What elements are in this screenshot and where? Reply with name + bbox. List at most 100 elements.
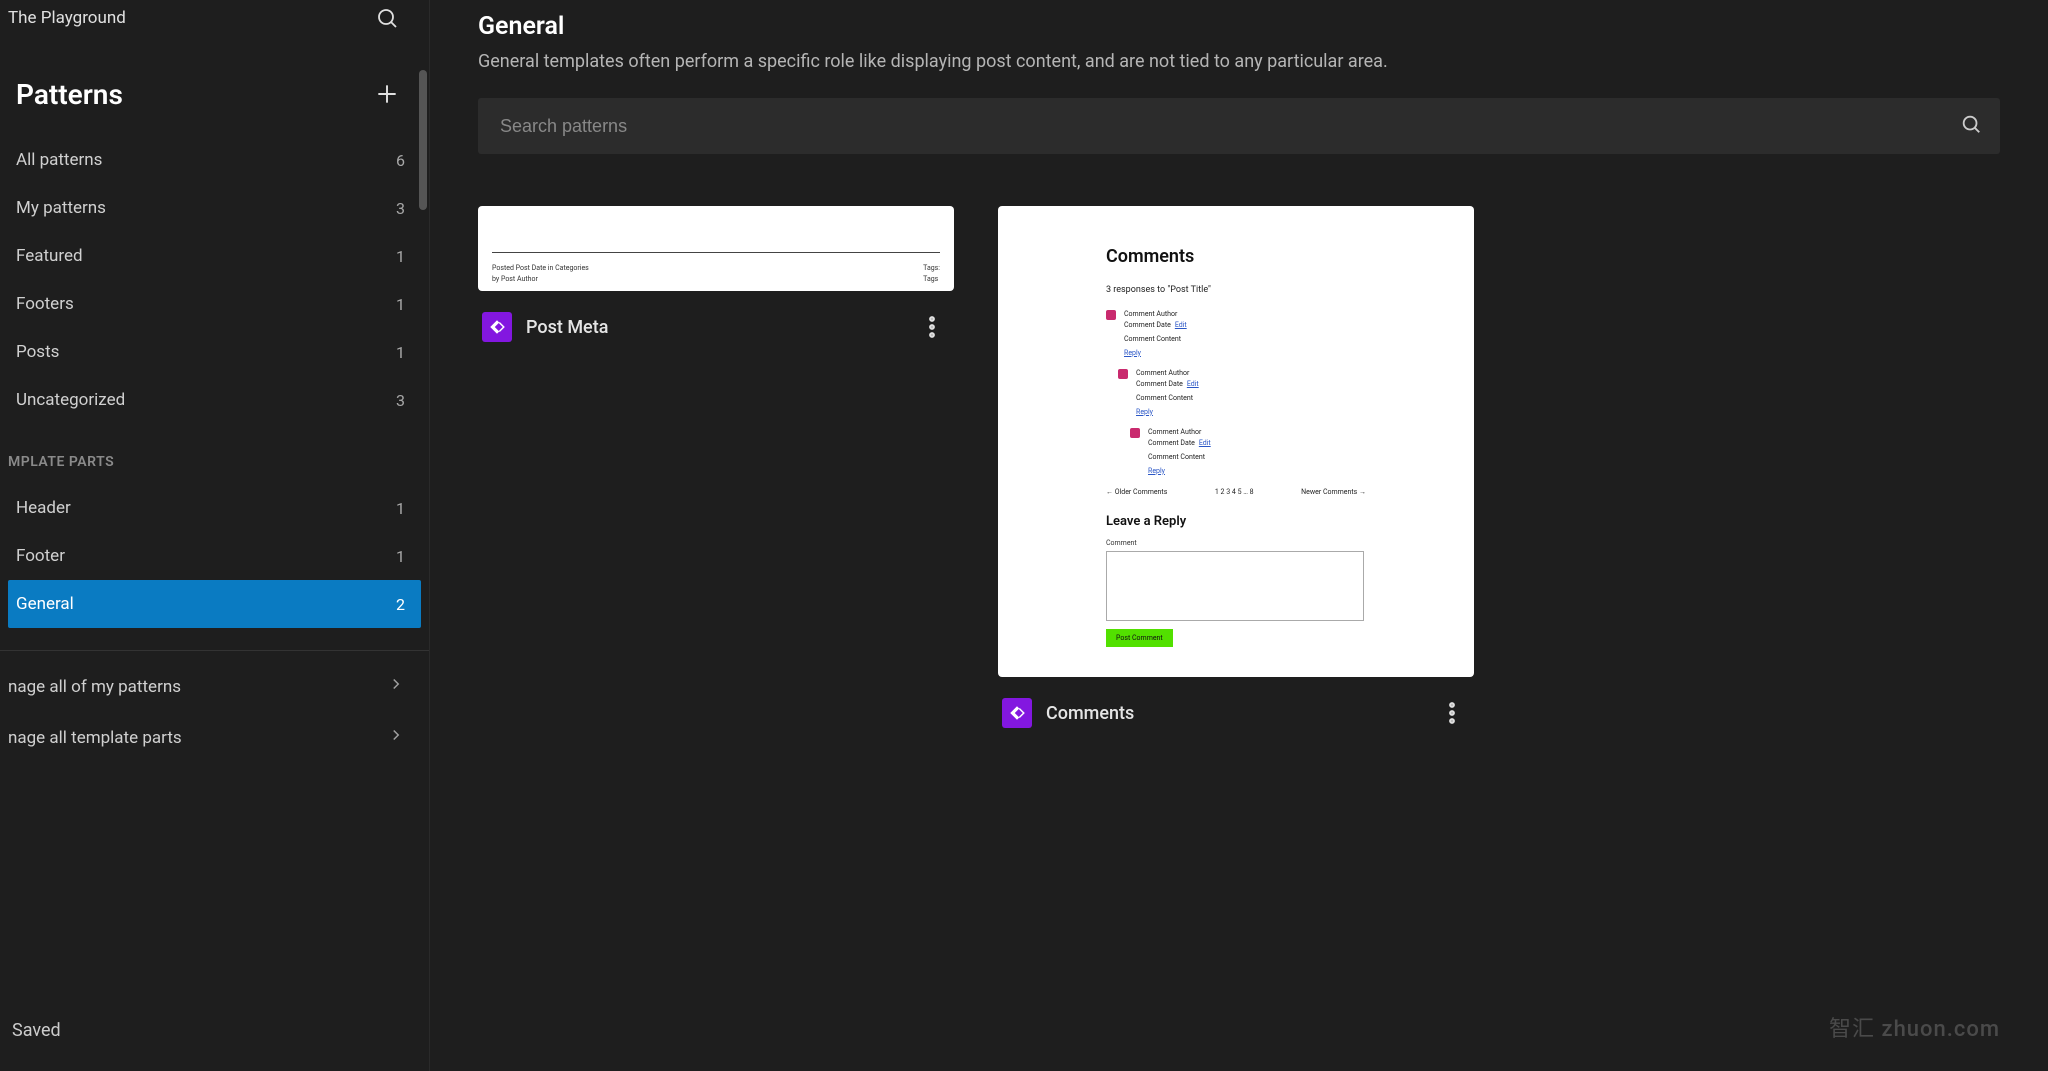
pattern-preview: Comments 3 responses to "Post Title" Com…: [998, 206, 1474, 677]
nav-label: Header: [16, 498, 71, 518]
nav-uncategorized[interactable]: Uncategorized 3: [8, 376, 421, 424]
card-actions-button[interactable]: [1434, 695, 1470, 731]
category-list: All patterns 6 My patterns 3 Featured 1 Foo…: [0, 136, 429, 424]
parts-list: Header 1 Footer 1 General 2: [0, 484, 429, 628]
preview-link: Edit: [1187, 380, 1199, 388]
card-label: Post Meta: [526, 317, 608, 338]
nav-count: 1: [396, 343, 405, 362]
manage-list: nage all of my patterns nage all templat…: [0, 661, 429, 763]
preview-text: Tags: [923, 274, 940, 285]
page-title: General: [478, 12, 2000, 41]
nav-posts[interactable]: Posts 1: [8, 328, 421, 376]
site-name[interactable]: The Playground: [8, 8, 126, 28]
preview-button: Post Comment: [1106, 629, 1173, 647]
preview-text: Comment Author: [1148, 428, 1201, 436]
preview-textarea: [1106, 551, 1364, 621]
preview-text: Comment Author: [1124, 310, 1177, 318]
preview-comment: Comment Author Comment DateEdit Comment …: [1130, 427, 1366, 476]
manage-template-parts[interactable]: nage all template parts: [8, 712, 421, 763]
pattern-card-post-meta[interactable]: Posted Post Date in Categories by Post A…: [478, 206, 954, 731]
nav-label: General: [16, 594, 74, 614]
nav-count: 1: [396, 247, 405, 266]
preview-text: Comment Content: [1148, 452, 1211, 463]
avatar-icon: [1118, 369, 1128, 379]
nav-count: 3: [396, 199, 405, 218]
card-label: Comments: [1046, 703, 1134, 724]
nav-label: Footer: [16, 546, 65, 566]
preview-link: Reply: [1136, 407, 1153, 418]
pattern-card-comments[interactable]: Comments 3 responses to "Post Title" Com…: [998, 206, 1474, 731]
card-footer: Comments: [998, 677, 1474, 731]
preview-link: Reply: [1148, 466, 1165, 477]
pattern-grid: Posted Post Date in Categories by Post A…: [478, 206, 2000, 731]
preview-text: Comment Date: [1148, 439, 1195, 447]
nav-featured[interactable]: Featured 1: [8, 232, 421, 280]
scrollbar[interactable]: [419, 70, 427, 210]
nav-label: Featured: [16, 246, 83, 266]
preview-text: Comment Date: [1124, 321, 1171, 329]
avatar-icon: [1106, 310, 1116, 320]
preview-text: Tags:: [923, 263, 940, 274]
nav-count: 6: [396, 151, 405, 170]
preview-label: Comment: [1106, 539, 1366, 547]
preview-comment: Comment Author Comment Date Edit Comment …: [1118, 368, 1366, 417]
command-icon[interactable]: [369, 0, 405, 36]
card-footer: Post Meta: [478, 291, 954, 345]
nav-footers[interactable]: Footers 1: [8, 280, 421, 328]
nav-footer-part[interactable]: Footer 1: [8, 532, 421, 580]
preview-text: Newer Comments →: [1301, 488, 1366, 496]
nav-count: 1: [396, 499, 405, 518]
nav-count: 3: [396, 391, 405, 410]
nav-label: Uncategorized: [16, 390, 125, 410]
chevron-right-icon: [387, 675, 405, 698]
add-pattern-button[interactable]: [369, 76, 405, 112]
manage-my-patterns[interactable]: nage all of my patterns: [8, 661, 421, 712]
nav-label: Posts: [16, 342, 59, 362]
preview-heading: Leave a Reply: [1106, 514, 1366, 529]
preview-comment: Comment Author Comment Date Edit Comment …: [1106, 309, 1366, 358]
pattern-preview: Posted Post Date in Categories by Post A…: [478, 206, 954, 291]
preview-pagination: ← Older Comments 1 2 3 4 5 … 8 Newer Com…: [1106, 488, 1366, 496]
preview-text: Comment Author: [1136, 369, 1189, 377]
preview-title: Comments: [1106, 246, 1366, 267]
template-parts-heading: MPLATE PARTS: [0, 424, 429, 484]
saved-status: Saved: [12, 1020, 61, 1041]
chevron-right-icon: [387, 726, 405, 749]
avatar-icon: [1130, 428, 1140, 438]
preview-link: Edit: [1175, 321, 1187, 329]
nav-all-patterns[interactable]: All patterns 6: [8, 136, 421, 184]
preview-subtitle: 3 responses to "Post Title": [1106, 285, 1366, 295]
preview-text: Comment Date: [1136, 380, 1183, 388]
preview-text: 1 2 3 4 5 … 8: [1215, 488, 1254, 496]
nav-general-part[interactable]: General 2: [8, 580, 421, 628]
patterns-header: Patterns: [0, 52, 429, 136]
manage-label: nage all template parts: [8, 728, 182, 748]
preview-text: Comment Content: [1124, 334, 1187, 345]
preview-link: Reply: [1124, 348, 1141, 359]
nav-my-patterns[interactable]: My patterns 3: [8, 184, 421, 232]
card-actions-button[interactable]: [914, 309, 950, 345]
nav-count: 2: [396, 595, 405, 614]
divider: [0, 650, 429, 651]
nav-header-part[interactable]: Header 1: [8, 484, 421, 532]
nav-label: Footers: [16, 294, 74, 314]
nav-count: 1: [396, 547, 405, 566]
section-title: Patterns: [16, 78, 123, 111]
search-icon[interactable]: [1960, 113, 1982, 139]
manage-label: nage all of my patterns: [8, 677, 181, 697]
search-wrap: [478, 98, 2000, 154]
nav-label: All patterns: [16, 150, 102, 170]
main-content: General General templates often perform …: [430, 0, 2048, 1071]
search-input[interactable]: [478, 98, 2000, 154]
nav-count: 1: [396, 295, 405, 314]
watermark: 智汇 zhuon.com: [1829, 1011, 2000, 1043]
site-header: The Playground: [0, 0, 429, 52]
preview-text: by Post Author: [492, 274, 589, 285]
template-part-icon: [1002, 698, 1032, 728]
preview-text: Comment Content: [1136, 393, 1199, 404]
preview-text: ← Older Comments: [1106, 488, 1167, 496]
page-description: General templates often perform a specif…: [478, 51, 2000, 72]
nav-label: My patterns: [16, 198, 106, 218]
preview-text: Posted Post Date in Categories: [492, 263, 589, 274]
template-part-icon: [482, 312, 512, 342]
